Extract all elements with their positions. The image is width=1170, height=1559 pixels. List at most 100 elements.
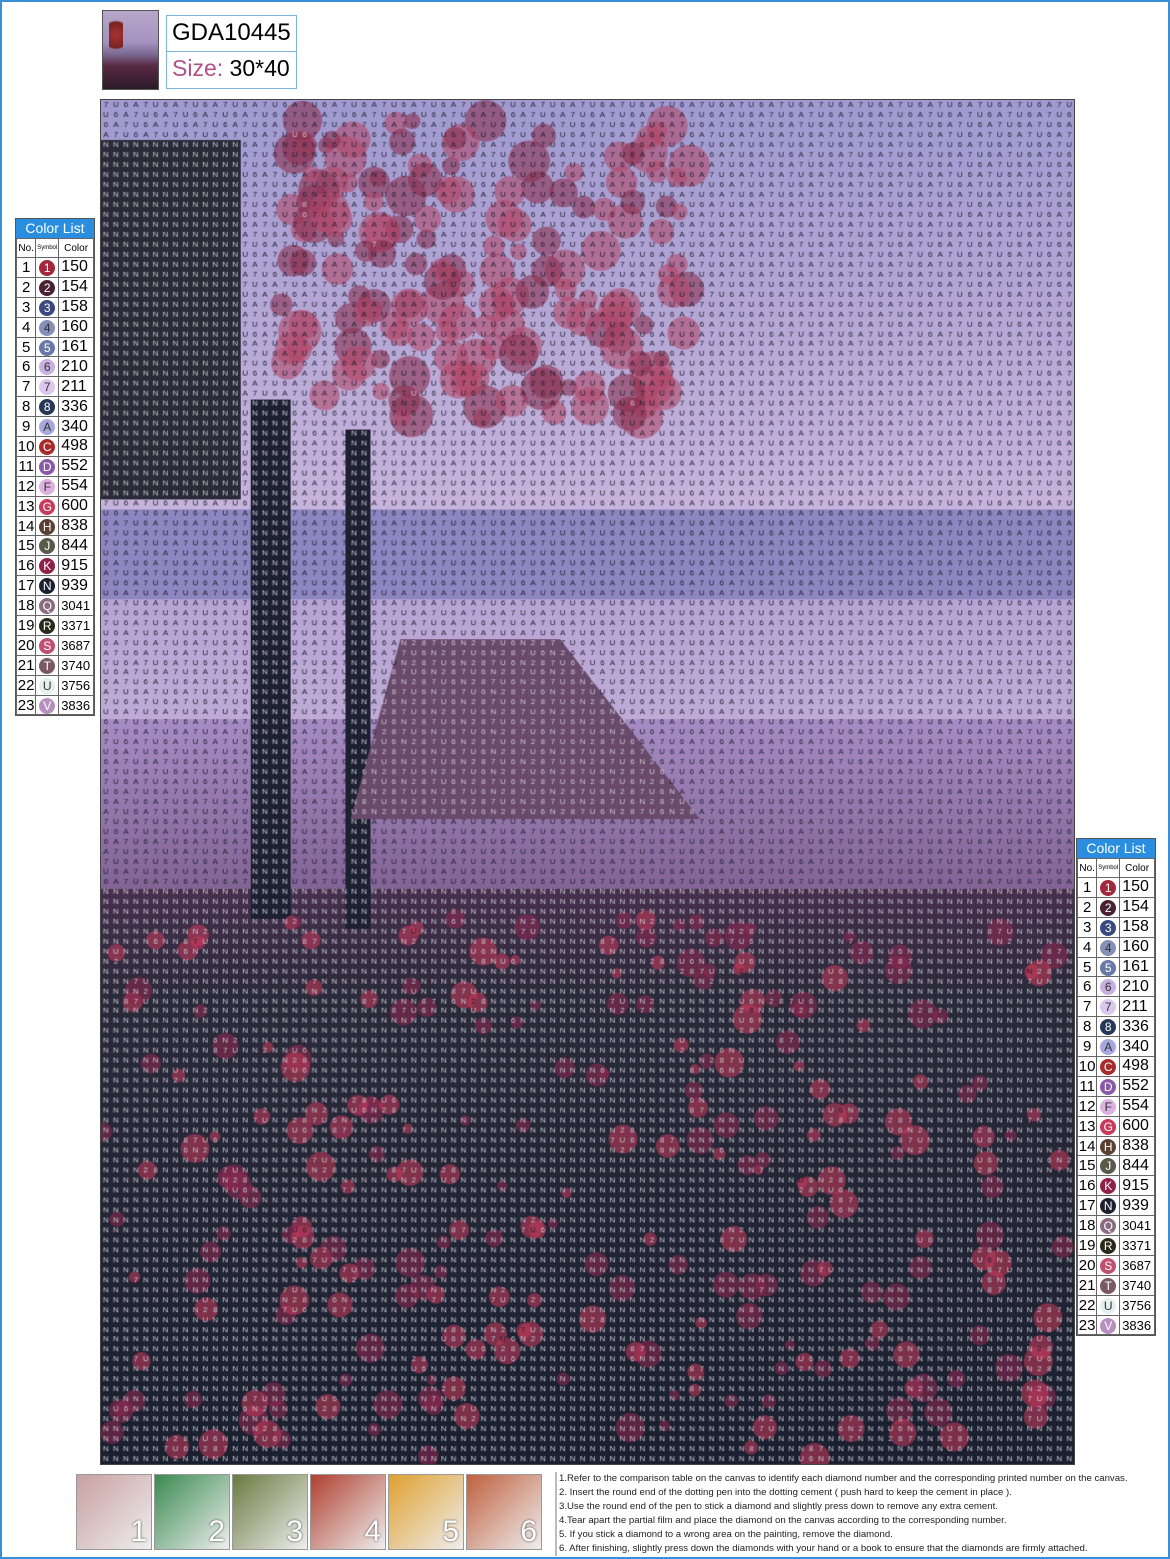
instruction-line: 6. After finishing, slightly press down … bbox=[559, 1543, 1088, 1554]
color-row: 17 N 939 bbox=[15, 575, 94, 597]
color-row: 8 8 336 bbox=[15, 396, 94, 418]
symbol-badge: 5 bbox=[1100, 959, 1117, 976]
color-row: 20 S 3687 bbox=[1076, 1254, 1155, 1276]
color-row: 20 S 3687 bbox=[15, 634, 94, 656]
symbol-badge: 8 bbox=[1100, 1019, 1117, 1036]
symbol-badge: C bbox=[1100, 1058, 1117, 1075]
color-row: 5 5 161 bbox=[15, 336, 94, 358]
col-color: Color bbox=[1119, 858, 1155, 878]
symbol-badge: S bbox=[1100, 1257, 1117, 1274]
symbol-badge: U bbox=[39, 677, 56, 694]
color-row: 19 R 3371 bbox=[15, 615, 94, 636]
color-row: 6 6 210 bbox=[15, 356, 94, 378]
step-images: 123456 bbox=[76, 1474, 542, 1550]
color-row: 2 2 154 bbox=[1076, 896, 1155, 918]
color-row: 15 J 844 bbox=[15, 535, 94, 557]
color-row: 11 D 552 bbox=[15, 455, 94, 477]
color-row: 16 K 915 bbox=[1076, 1175, 1155, 1197]
preview-thumbnail bbox=[102, 10, 159, 90]
col-color: Color bbox=[58, 238, 94, 258]
product-code: GDA10445 bbox=[167, 16, 296, 52]
symbol-badge: 3 bbox=[39, 299, 56, 316]
symbol-badge: A bbox=[1100, 1039, 1117, 1056]
color-row: 7 7 211 bbox=[15, 376, 94, 398]
color-row: 1 1 150 bbox=[1076, 877, 1155, 898]
color-row: 9 A 340 bbox=[1076, 1036, 1155, 1058]
symbol-badge: C bbox=[39, 438, 56, 455]
symbol-badge: 1 bbox=[39, 259, 56, 276]
color-list-right: Color List No. Symbol Color 1 1 150 2 2 154 3 3 158 4… bbox=[1076, 838, 1156, 1337]
color-row: 15 J 844 bbox=[1076, 1155, 1155, 1177]
col-no: No. bbox=[15, 238, 37, 258]
color-row: 14 H 838 bbox=[15, 515, 94, 537]
col-symbol: Symbol bbox=[1096, 858, 1121, 878]
symbol-badge: 6 bbox=[1100, 979, 1117, 996]
diamond-pattern-grid bbox=[100, 99, 1075, 1465]
symbol-badge: N bbox=[1100, 1198, 1117, 1215]
color-row: 11 D 552 bbox=[1076, 1075, 1155, 1097]
symbol-badge: T bbox=[1100, 1277, 1117, 1294]
symbol-badge: 1 bbox=[1100, 879, 1117, 896]
symbol-badge: V bbox=[39, 697, 56, 714]
symbol-badge: R bbox=[39, 617, 56, 634]
instruction-line: 5. If you stick a diamond to a wrong are… bbox=[559, 1529, 893, 1540]
symbol-badge: F bbox=[1100, 1098, 1117, 1115]
symbol-badge: S bbox=[39, 637, 56, 654]
color-row: 13 G 600 bbox=[15, 495, 94, 517]
color-row: 6 6 210 bbox=[1076, 976, 1155, 998]
symbol-badge: N bbox=[39, 578, 56, 595]
instruction-line: 4.Tear apart the partial film and place … bbox=[559, 1515, 1007, 1526]
product-info-box: GDA10445 Size: 30*40 bbox=[166, 15, 297, 89]
color-row: 3 3 158 bbox=[15, 296, 94, 318]
symbol-badge: 8 bbox=[39, 399, 56, 416]
instruction-line: 2. Insert the round end of the dotting p… bbox=[559, 1487, 1012, 1498]
step-image: 6 bbox=[466, 1474, 542, 1550]
color-row: 14 H 838 bbox=[1076, 1135, 1155, 1157]
color-row: 7 7 211 bbox=[1076, 996, 1155, 1018]
step-image: 4 bbox=[310, 1474, 386, 1550]
color-row: 5 5 161 bbox=[1076, 956, 1155, 978]
symbol-badge: J bbox=[39, 538, 56, 555]
symbol-badge: 2 bbox=[1100, 899, 1117, 916]
symbol-badge: 4 bbox=[1100, 939, 1117, 956]
color-list-title: Color List bbox=[1077, 839, 1155, 858]
symbol-badge: 5 bbox=[39, 339, 56, 356]
color-row: 16 K 915 bbox=[15, 555, 94, 577]
symbol-badge: K bbox=[1100, 1178, 1117, 1195]
symbol-badge: V bbox=[1100, 1317, 1117, 1334]
step-image: 5 bbox=[388, 1474, 464, 1550]
color-row: 3 3 158 bbox=[1076, 916, 1155, 938]
symbol-badge: 6 bbox=[39, 359, 56, 376]
color-row: 21 T 3740 bbox=[15, 654, 94, 676]
symbol-badge: G bbox=[39, 498, 56, 515]
symbol-badge: 4 bbox=[39, 319, 56, 336]
color-list-title: Color List bbox=[16, 219, 94, 238]
color-row: 9 A 340 bbox=[15, 416, 94, 438]
col-symbol: Symbol bbox=[35, 238, 60, 258]
symbol-badge: A bbox=[39, 419, 56, 436]
color-row: 2 2 154 bbox=[15, 276, 94, 298]
color-row: 8 8 336 bbox=[1076, 1016, 1155, 1038]
color-row: 18 Q 3041 bbox=[1076, 1215, 1155, 1237]
symbol-badge: 7 bbox=[1100, 999, 1117, 1016]
color-row: 4 4 160 bbox=[1076, 936, 1155, 958]
color-row: 23 V 3836 bbox=[15, 694, 94, 716]
color-row: 22 U 3756 bbox=[15, 674, 94, 696]
symbol-badge: Q bbox=[1100, 1218, 1117, 1235]
color-row: 4 4 160 bbox=[15, 316, 94, 338]
product-size: Size: 30*40 bbox=[172, 55, 290, 81]
symbol-badge: Q bbox=[39, 598, 56, 615]
color-row: 23 V 3836 bbox=[1076, 1314, 1155, 1336]
instructions: 1.Refer to the comparison table on the c… bbox=[555, 1472, 1128, 1556]
symbol-badge: 7 bbox=[39, 379, 56, 396]
symbol-badge: G bbox=[1100, 1118, 1117, 1135]
symbol-badge: F bbox=[39, 478, 56, 495]
color-row: 10 C 498 bbox=[1076, 1056, 1155, 1077]
color-row: 13 G 600 bbox=[1076, 1115, 1155, 1137]
step-image: 2 bbox=[154, 1474, 230, 1550]
symbol-badge: D bbox=[39, 458, 56, 475]
color-row: 1 1 150 bbox=[15, 257, 94, 278]
color-row: 18 Q 3041 bbox=[15, 595, 94, 617]
color-row: 12 F 554 bbox=[1076, 1095, 1155, 1117]
symbol-badge: R bbox=[1100, 1237, 1117, 1254]
